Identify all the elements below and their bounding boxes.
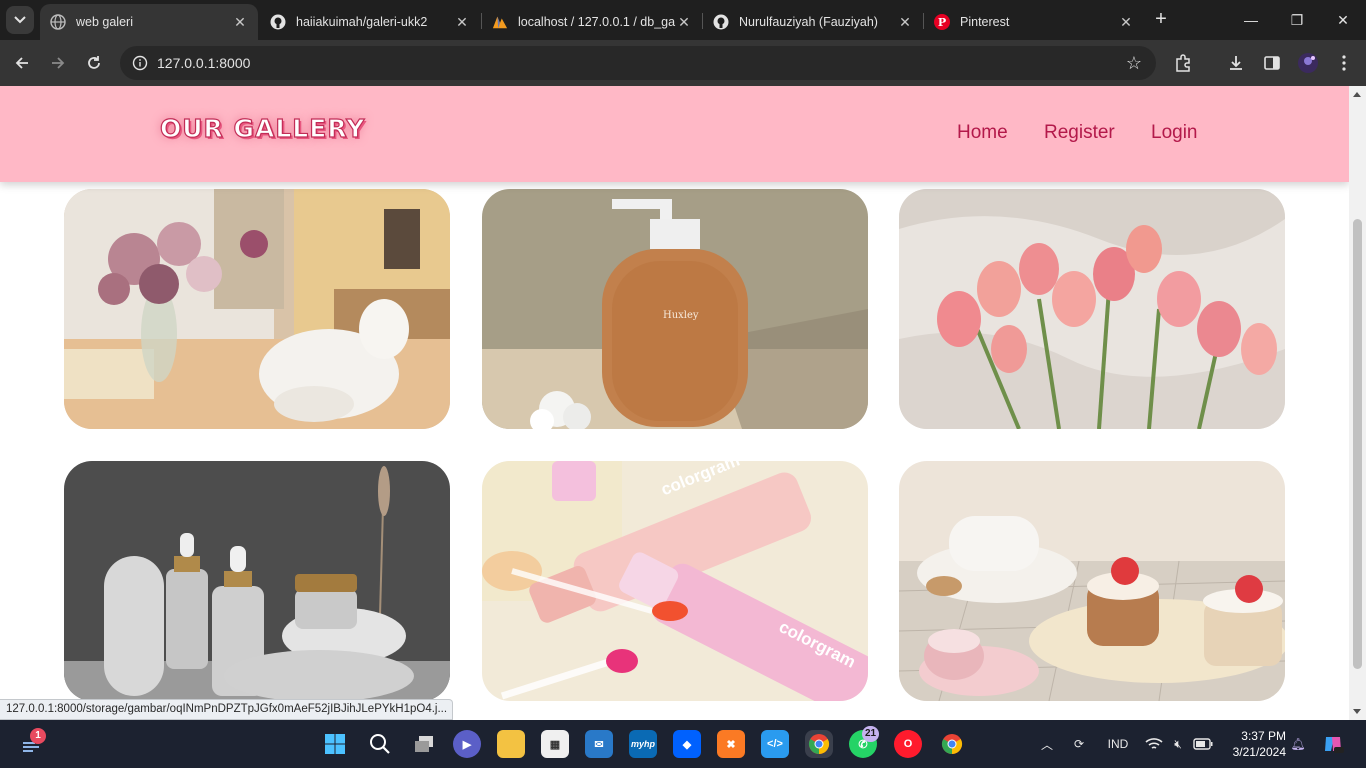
gallery-image [482,461,868,701]
battery-icon[interactable] [1192,720,1214,768]
file-explorer-icon[interactable] [497,730,525,758]
task-view-button[interactable] [410,730,438,758]
vscode-icon[interactable]: </> [761,730,789,758]
mail-icon[interactable]: ✉ [585,730,613,758]
restore-button[interactable]: ❐ [1284,8,1310,32]
new-tab-button[interactable]: + [1150,8,1172,30]
start-button[interactable] [321,730,349,758]
brand-logo[interactable]: OUR GALLERY [159,113,365,143]
gallery-card-cakes[interactable] [899,461,1285,701]
gallery-card-huxley-bottle[interactable]: Huxley [482,189,868,429]
gallery-image [899,461,1285,701]
notification-bell-icon[interactable]: 🔔︎ [1288,720,1308,768]
close-window-button[interactable]: ✕ [1330,8,1356,32]
windows-logo-icon [325,734,345,754]
gallery-image [899,189,1285,429]
close-icon[interactable]: ✕ [232,14,248,30]
nav-login-link[interactable]: Login [1151,122,1198,144]
reload-icon [88,56,100,69]
more-menu-icon[interactable] [1333,52,1355,74]
chevron-down-icon [14,16,26,24]
browser-toolbar: 127.0.0.1:8000 ☆ [0,40,1366,86]
minimize-button[interactable]: — [1238,8,1264,32]
system-clock[interactable]: 3:37 PM 3/21/2024 [1226,728,1286,760]
browser-tab-strip: web galeri ✕ haiiakuimah/galeri-ukk2 ✕ l… [0,0,1366,40]
extensions-icon[interactable] [1172,52,1194,74]
close-icon[interactable]: ✕ [454,14,470,30]
close-icon[interactable]: ✕ [897,14,913,30]
search-icon [370,734,390,754]
dropbox-icon[interactable]: ◆ [673,730,701,758]
tab-github-repo[interactable]: haiiakuimah/galeri-ukk2 ✕ [260,4,480,40]
meet-app-icon[interactable]: ▶ [453,730,481,758]
page-viewport: OUR GALLERY Home Register Login Huxley c… [0,86,1349,720]
whatsapp-badge: 21 [862,726,880,742]
close-icon[interactable]: ✕ [676,14,692,30]
clock-time: 3:37 PM [1241,729,1286,743]
tab-title: Nurulfauziyah (Fauziyah) [739,15,878,29]
copilot-icon[interactable] [1320,720,1346,768]
site-navbar: OUR GALLERY Home Register Login [0,86,1349,182]
gallery-card-colorgram-tints[interactable]: colorgram colorgram [482,461,868,701]
phpmyadmin-icon [492,14,508,30]
gallery-image [64,461,450,701]
task-view-icon [415,736,433,752]
clock-date: 3/21/2024 [1232,745,1286,759]
side-panel-icon[interactable] [1261,52,1283,74]
github-icon [713,14,729,30]
forward-button[interactable] [44,49,72,77]
nav-register-link[interactable]: Register [1044,122,1115,144]
volume-muted-icon[interactable]: 🔇︎ [1168,720,1188,768]
tab-pinterest[interactable]: P Pinterest ✕ [924,4,1144,40]
tray-overflow-chevron-icon[interactable]: ︿ [1036,720,1058,768]
update-icon[interactable]: ⟳ [1068,720,1090,768]
github-icon [270,14,286,30]
scroll-up-arrow[interactable] [1353,92,1361,97]
bottle-label-text: Huxley [663,310,699,321]
myhp-icon[interactable]: myhp [629,730,657,758]
arrow-left-icon [15,57,28,69]
windows-taskbar: 1 ▶ ▦ ✉ myhp ◆ ✖ </> ✆ 21 O ︿ ⟳ IND 🔇︎ 3… [0,720,1366,768]
arrow-right-icon [52,57,65,69]
tab-phpmyadmin[interactable]: localhost / 127.0.0.1 / db_ga ✕ [482,4,702,40]
gallery-card-tulips[interactable] [899,189,1285,429]
download-icon[interactable] [1225,52,1247,74]
status-link-preview: 127.0.0.1:8000/storage/gambar/oqINmPnDPZ… [0,699,453,720]
opera-icon[interactable]: O [894,730,922,758]
page-scrollbar[interactable] [1349,86,1366,720]
tab-title: Pinterest [960,15,1010,29]
gallery-card-glass-bottles[interactable] [64,461,450,701]
scroll-down-arrow[interactable] [1353,709,1361,714]
wifi-icon[interactable] [1144,720,1164,768]
tab-github-profile[interactable]: Nurulfauziyah (Fauziyah) ✕ [703,4,923,40]
gallery-card-cat-flowers[interactable] [64,189,450,429]
tab-title: localhost / 127.0.0.1 / db_ga [518,15,676,29]
gallery-image [64,189,450,429]
xampp-icon[interactable]: ✖ [717,730,745,758]
tab-title: web galeri [76,15,133,29]
globe-icon [50,14,66,30]
url-text: 127.0.0.1:8000 [157,55,251,71]
address-bar[interactable]: 127.0.0.1:8000 ☆ [120,46,1156,80]
scroll-thumb[interactable] [1353,219,1362,669]
reload-button[interactable] [80,49,108,77]
tab-search-button[interactable] [6,6,34,34]
search-button[interactable] [366,730,394,758]
close-icon[interactable]: ✕ [1118,14,1134,30]
chrome-icon[interactable] [938,730,966,758]
tab-web-galeri[interactable]: web galeri ✕ [40,4,258,40]
nav-home-link[interactable]: Home [957,122,1008,144]
pinterest-icon: P [934,14,950,30]
back-button[interactable] [8,49,36,77]
tab-title: haiiakuimah/galeri-ukk2 [296,15,428,29]
profile-avatar[interactable] [1297,52,1319,74]
gallery-image [482,189,868,429]
notification-badge: 1 [30,728,46,744]
microsoft-store-icon[interactable]: ▦ [541,730,569,758]
bookmark-star-icon[interactable]: ☆ [1126,52,1142,74]
language-indicator[interactable]: IND [1102,720,1134,768]
site-info-icon[interactable] [128,51,152,75]
chrome-active-icon[interactable] [805,730,833,758]
